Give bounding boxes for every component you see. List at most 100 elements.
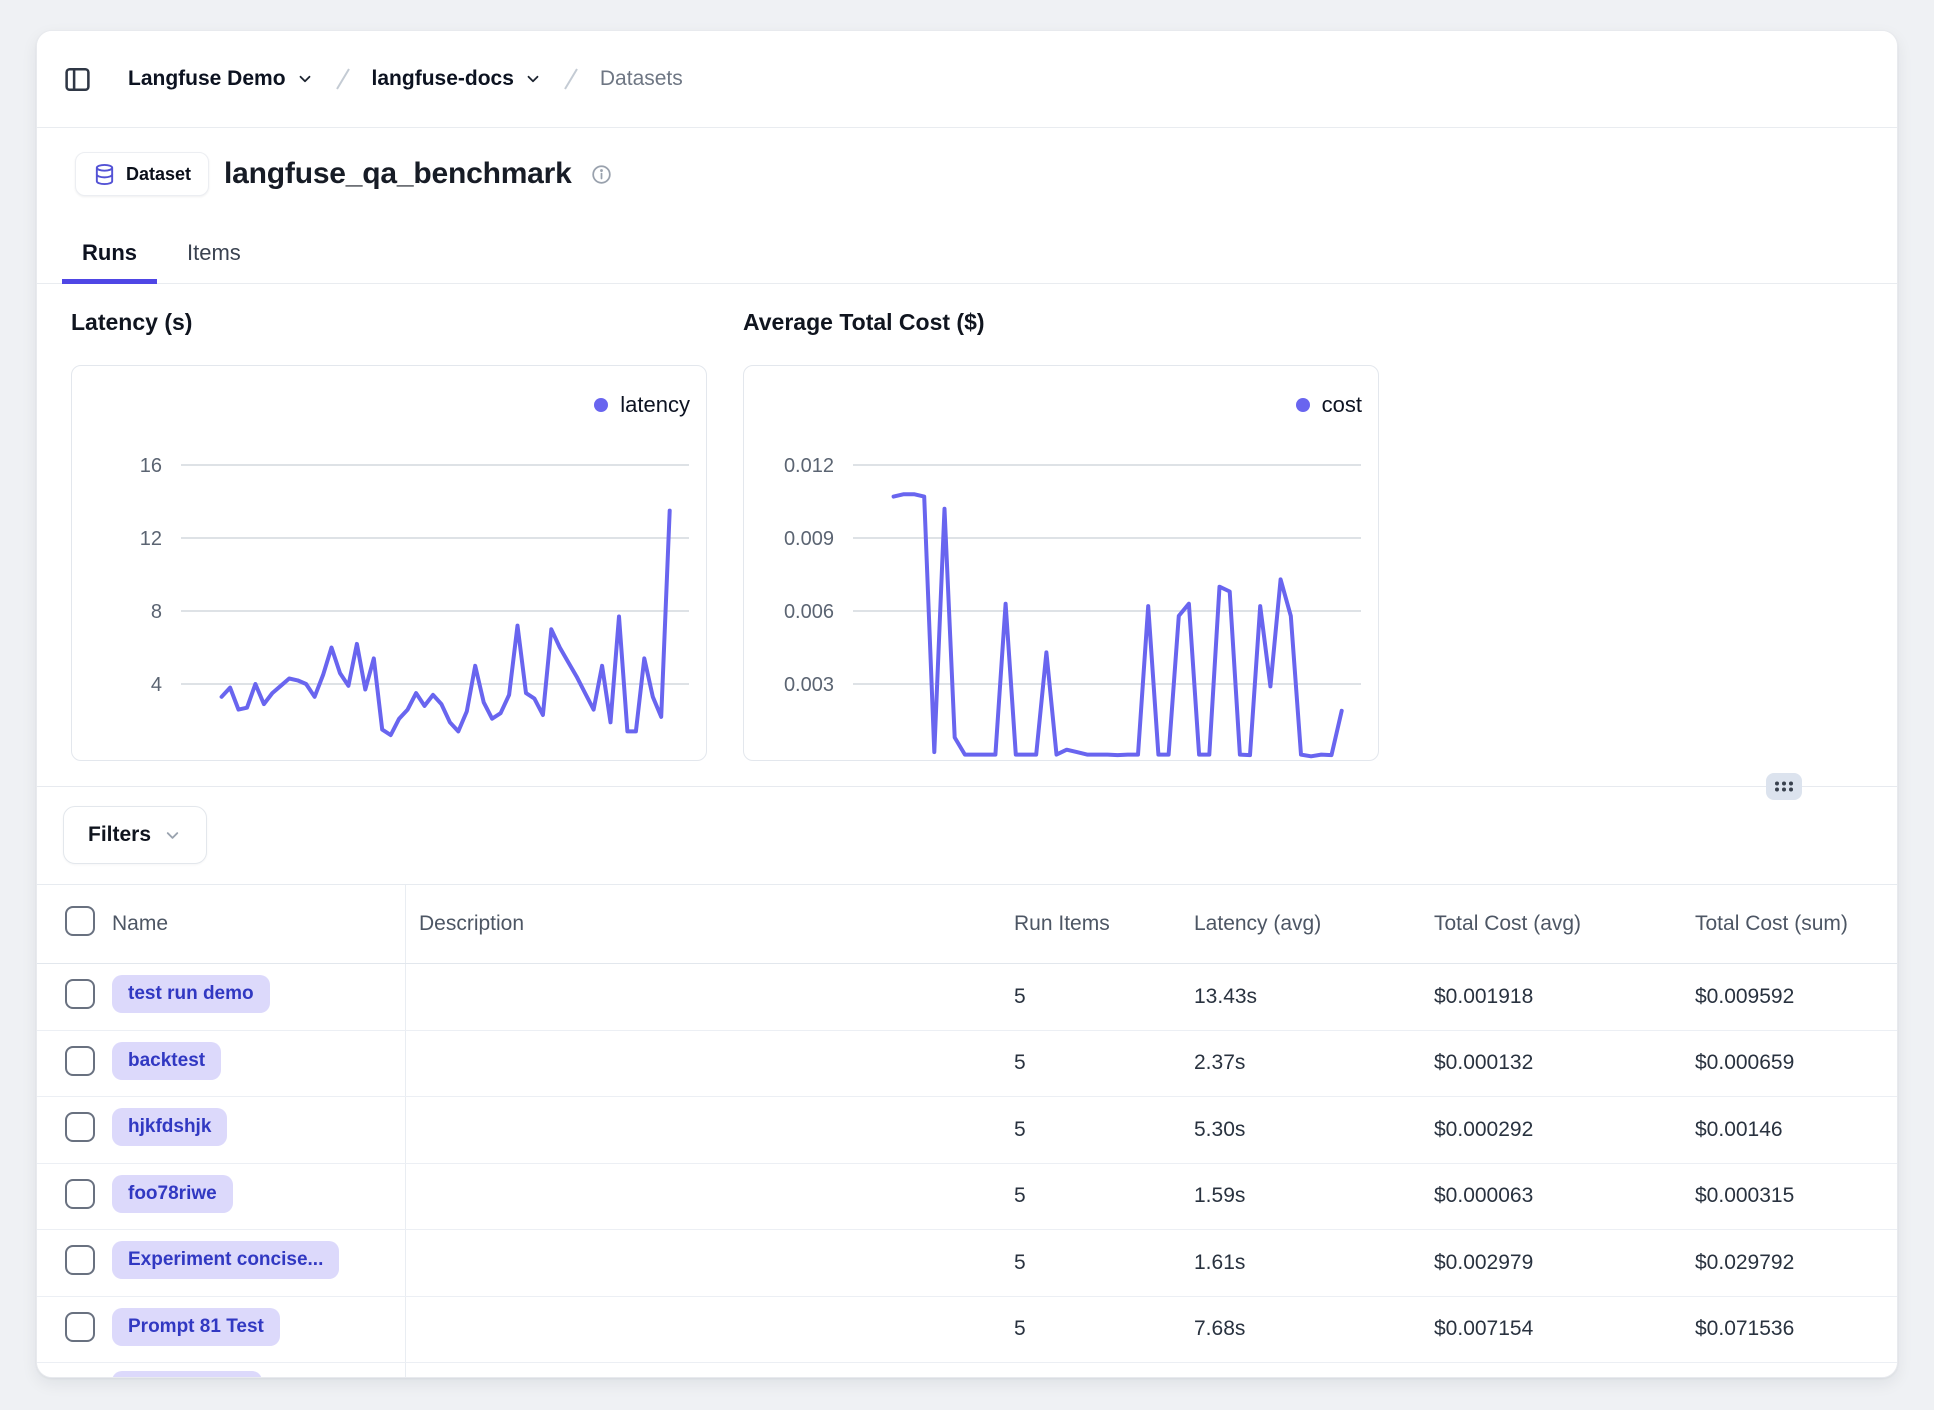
database-icon [93,163,116,186]
breadcrumb-separator [334,66,352,92]
total-cost-avg-cell: $0.007154 [1434,1317,1695,1341]
checkbox-cell [37,1046,112,1081]
select-all-checkbox[interactable] [65,906,95,936]
table-row[interactable]: hjkfdshjk55.30s$0.000292$0.00146 [37,1097,1897,1164]
run-name-badge[interactable]: backtest [112,1042,221,1080]
chart-title-latency: Latency (s) [71,309,192,336]
table-row-partial[interactable] [37,1363,1897,1377]
legend-dot [594,398,608,412]
runs-table: Name Description Run Items Latency (avg)… [37,884,1897,1377]
row-checkbox[interactable] [65,1179,95,1209]
dataset-badge-label: Dataset [126,164,191,185]
row-checkbox[interactable] [65,1046,95,1076]
tab-bar: Runs Items [37,226,1897,284]
svg-text:0.009: 0.009 [784,528,834,550]
svg-text:8: 8 [151,601,162,623]
table-row[interactable]: Experiment concise... 51.61s$0.002979$0.0… [37,1230,1897,1297]
svg-text:16: 16 [140,455,162,477]
cost-chart[interactable]: 0.012 0.009 0.006 0.003 cost [743,365,1379,761]
latency-avg-cell: 13.43s [1194,985,1434,1009]
resize-handle[interactable] [1766,773,1802,800]
run-items-cell: 5 [1014,1317,1194,1341]
column-header-latency-avg[interactable]: Latency (avg) [1194,912,1434,936]
description-cell [405,1164,1014,1230]
cost-chart-canvas: 0.012 0.009 0.006 0.003 [744,366,1380,762]
name-cell: hjkfdshjk [112,1108,405,1151]
section-divider [37,786,1897,787]
latency-chart-canvas: 16 12 8 4 [72,366,708,762]
name-cell: test run demo [112,975,405,1018]
breadcrumb: Langfuse Demo langfuse-docs Datasets [37,31,1897,128]
svg-text:12: 12 [140,528,162,550]
total-cost-sum-cell: $0.00146 [1695,1118,1897,1142]
row-checkbox[interactable] [65,979,95,1009]
column-header-description[interactable]: Description [405,885,1014,963]
column-header-total-cost-avg[interactable]: Total Cost (avg) [1434,912,1695,936]
table-row[interactable]: test run demo513.43s$0.001918$0.009592 [37,964,1897,1031]
run-items-cell: 5 [1014,1051,1194,1075]
total-cost-sum-cell: $0.029792 [1695,1251,1897,1275]
legend-dot [1296,398,1310,412]
run-items-cell: 5 [1014,1251,1194,1275]
run-name-badge[interactable]: Prompt 81 Test [112,1308,280,1346]
svg-text:4: 4 [151,674,162,696]
latency-avg-cell: 2.37s [1194,1051,1434,1075]
sidebar-toggle-button[interactable] [62,64,92,94]
total-cost-sum-cell: $0.009592 [1695,985,1897,1009]
name-cell [112,1363,405,1377]
total-cost-avg-cell: $0.001918 [1434,985,1695,1009]
description-cell [405,1363,1014,1377]
total-cost-avg-cell: $0.000063 [1434,1184,1695,1208]
svg-text:0.012: 0.012 [784,455,834,477]
tab-runs[interactable]: Runs [62,226,157,284]
run-name-badge[interactable]: test run demo [112,975,270,1013]
page: { "breadcrumb": { "org": "Langfuse Demo"… [0,0,1934,1410]
run-name-badge[interactable]: Experiment concise... [112,1241,339,1279]
run-items-cell: 5 [1014,1184,1194,1208]
breadcrumb-section[interactable]: Datasets [600,67,683,91]
description-cell [405,964,1014,1030]
total-cost-sum-cell: $0.071536 [1695,1317,1897,1341]
total-cost-avg-cell: $0.002979 [1434,1251,1695,1275]
checkbox-cell [37,1312,112,1347]
chart-title-cost: Average Total Cost ($) [743,309,985,336]
description-cell [405,1230,1014,1296]
run-name-badge[interactable]: foo78riwe [112,1175,233,1213]
description-cell [405,1097,1014,1163]
breadcrumb-org[interactable]: Langfuse Demo [128,67,314,91]
tab-items[interactable]: Items [167,226,261,284]
column-header-total-cost-sum[interactable]: Total Cost (sum) [1695,912,1897,936]
table-row[interactable]: backtest52.37s$0.000132$0.000659 [37,1031,1897,1098]
cost-legend: cost [1296,392,1362,418]
description-cell [405,1297,1014,1363]
legend-label: cost [1322,392,1362,418]
column-header-name[interactable]: Name [112,912,405,936]
info-icon[interactable] [591,164,612,185]
legend-label: latency [620,392,690,418]
grip-dots-icon [1773,779,1795,794]
description-cell [405,1031,1014,1097]
row-checkbox[interactable] [65,1312,95,1342]
latency-avg-cell: 1.61s [1194,1251,1434,1275]
svg-text:0.006: 0.006 [784,601,834,623]
table-row[interactable]: foo78riwe51.59s$0.000063$0.000315 [37,1164,1897,1231]
chevron-down-icon [524,70,542,88]
latency-avg-cell: 5.30s [1194,1118,1434,1142]
column-header-run-items[interactable]: Run Items [1014,912,1194,936]
svg-text:0.003: 0.003 [784,674,834,696]
panel-left-icon [63,65,92,94]
name-cell: backtest [112,1042,405,1085]
latency-chart[interactable]: 16 12 8 4 latency [71,365,707,761]
row-checkbox[interactable] [65,1112,95,1142]
main-panel: Langfuse Demo langfuse-docs Datasets Dat… [36,30,1898,1378]
row-checkbox[interactable] [65,1245,95,1275]
total-cost-sum-cell: $0.000659 [1695,1051,1897,1075]
checkbox-cell [37,1245,112,1280]
run-name-badge[interactable]: hjkfdshjk [112,1108,227,1146]
filters-button[interactable]: Filters [63,806,207,864]
chevron-down-icon [296,70,314,88]
breadcrumb-project[interactable]: langfuse-docs [372,67,542,91]
total-cost-avg-cell: $0.000292 [1434,1118,1695,1142]
table-row[interactable]: Prompt 81 Test57.68s$0.007154$0.071536 [37,1297,1897,1364]
run-name-badge[interactable] [112,1371,262,1377]
